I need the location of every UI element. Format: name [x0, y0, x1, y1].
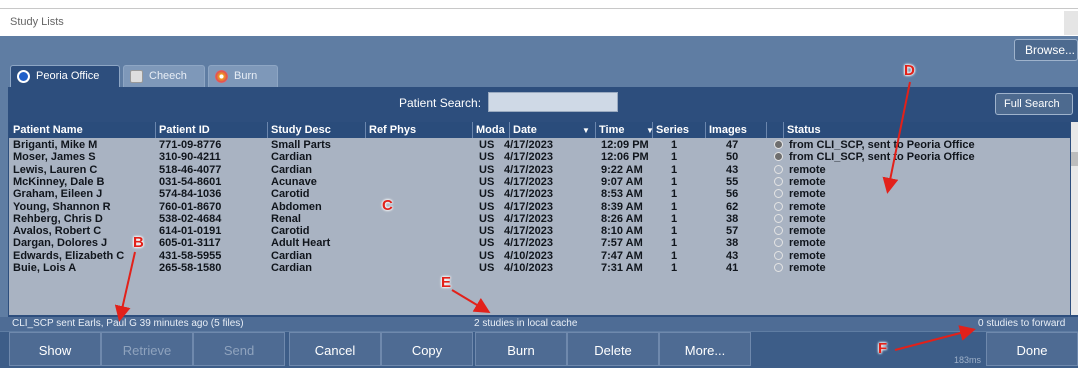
annotation-arrows [114, 81, 976, 351]
arrow-f [894, 325, 976, 351]
annotation-c: C [382, 197, 393, 214]
arrow-d [882, 81, 911, 194]
arrow-e [451, 289, 491, 314]
arrow-b [114, 251, 136, 322]
annotation-d: D [904, 62, 915, 79]
annotation-b: B [133, 234, 144, 251]
annotation-e: E [441, 274, 452, 291]
annotation-f: F [878, 340, 888, 357]
